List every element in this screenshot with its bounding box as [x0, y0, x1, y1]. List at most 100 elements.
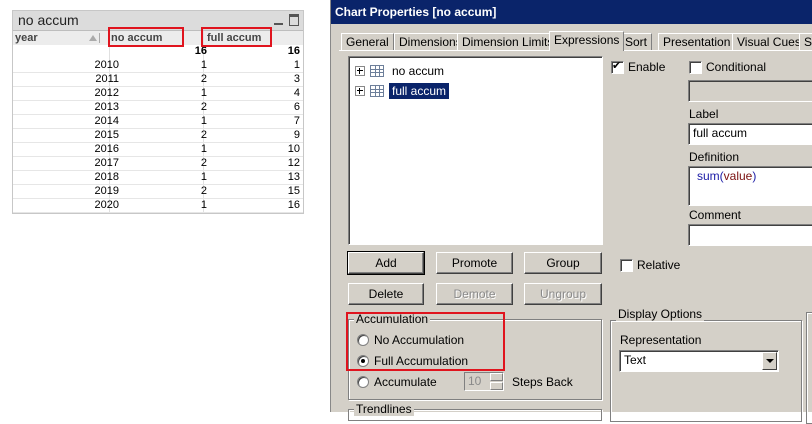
- cell-full-accum: 16: [287, 199, 300, 211]
- accumulate-label: Accumulate: [374, 375, 437, 389]
- expression-item[interactable]: no accum: [355, 63, 447, 79]
- comment-input[interactable]: [688, 224, 812, 246]
- cell-full-accum: 15: [287, 185, 300, 197]
- chevron-down-icon[interactable]: [762, 352, 777, 370]
- expression-label: full accum: [389, 83, 450, 99]
- display-options-title: Display Options: [616, 307, 705, 321]
- side-group: [806, 312, 812, 424]
- label-caption: Label: [689, 107, 719, 121]
- table-row[interactable]: 2011 2 3: [13, 73, 303, 87]
- cell-no-accum: 1: [200, 59, 207, 71]
- table-row[interactable]: 2020 1 16: [13, 199, 303, 213]
- tab-general[interactable]: General: [341, 33, 394, 51]
- expression-label: no accum: [392, 64, 445, 78]
- table-row[interactable]: 2017 2 12: [13, 157, 303, 171]
- expand-icon[interactable]: [355, 86, 365, 96]
- cell-full-accum: 6: [293, 101, 300, 113]
- table-row[interactable]: 2019 2 15: [13, 185, 303, 199]
- cell-year: 2019: [94, 185, 119, 197]
- cell-year: 2018: [94, 171, 119, 183]
- comment-caption: Comment: [689, 208, 742, 222]
- tab-style[interactable]: Sty: [799, 33, 812, 51]
- spin-up-icon[interactable]: [490, 373, 503, 381]
- dialog-title: Chart Properties [no accum]: [331, 0, 812, 24]
- sort-ascending-icon[interactable]: [89, 35, 97, 41]
- column-separator: [99, 33, 100, 43]
- cell-full-accum: 13: [287, 171, 300, 183]
- total-full-accum: 16: [287, 45, 300, 57]
- definition-paren-close: ): [752, 169, 757, 183]
- label-input-value: full accum: [693, 126, 748, 140]
- demote-button[interactable]: Demote: [436, 283, 513, 305]
- highlight-box: [346, 312, 505, 371]
- cell-year: 2017: [94, 157, 119, 169]
- representation-select[interactable]: Text: [619, 350, 779, 372]
- cell-full-accum: 3: [293, 73, 300, 85]
- steps-back-spinner[interactable]: 10: [464, 372, 504, 391]
- conditional-label: Conditional: [706, 60, 767, 74]
- expand-icon[interactable]: [355, 66, 365, 76]
- cell-no-accum: 1: [200, 171, 207, 183]
- table-body: 2010 1 1 2011 2 3 2012 1 4 2013 2 6 2014 1 7 2015 2 9 2016…: [13, 59, 303, 213]
- tab-strip: General Dimensions Dimension Limits Expr…: [339, 31, 812, 51]
- cell-no-accum: 2: [200, 185, 207, 197]
- cell-full-accum: 4: [293, 87, 300, 99]
- table-row[interactable]: 2012 1 4: [13, 87, 303, 101]
- cell-year: 2016: [94, 143, 119, 155]
- column-header-year[interactable]: year: [15, 31, 38, 45]
- definition-input[interactable]: sum(value): [688, 166, 812, 206]
- table-row[interactable]: 2016 1 10: [13, 143, 303, 157]
- relative-label: Relative: [637, 258, 681, 272]
- cell-full-accum: 1: [293, 59, 300, 71]
- highlight-box: [201, 27, 272, 47]
- minimize-icon[interactable]: [274, 23, 283, 25]
- enable-label: Enable: [628, 60, 666, 74]
- maximize-icon[interactable]: [289, 14, 299, 26]
- representation-label: Representation: [620, 333, 702, 347]
- cell-year: 2012: [94, 87, 119, 99]
- cell-no-accum: 2: [200, 129, 207, 141]
- enable-checkbox[interactable]: [611, 59, 624, 74]
- tab-expressions[interactable]: Expressions: [549, 31, 625, 51]
- expressions-list[interactable]: no accum full accum: [348, 56, 603, 245]
- cell-no-accum: 2: [200, 101, 207, 113]
- cell-no-accum: 2: [200, 157, 207, 169]
- cell-year: 2010: [94, 59, 119, 71]
- tab-dimensions[interactable]: Dimensions: [394, 33, 467, 51]
- relative-checkbox[interactable]: [620, 259, 633, 272]
- table-icon: [370, 65, 384, 77]
- ungroup-button[interactable]: Ungroup: [524, 283, 602, 305]
- accumulate-radio[interactable]: [357, 376, 369, 388]
- cell-year: 2014: [94, 115, 119, 127]
- conditional-checkbox[interactable]: [689, 61, 702, 74]
- group-button[interactable]: Group: [524, 252, 602, 274]
- table-row[interactable]: 2010 1 1: [13, 59, 303, 73]
- steps-back-value: 10: [468, 374, 482, 388]
- table-row[interactable]: 2014 1 7: [13, 115, 303, 129]
- cell-no-accum: 1: [200, 115, 207, 127]
- cell-no-accum: 2: [200, 73, 207, 85]
- cell-year: 2011: [95, 73, 119, 85]
- table-row[interactable]: 2015 2 9: [13, 129, 303, 143]
- table-row[interactable]: 2013 2 6: [13, 101, 303, 115]
- cell-no-accum: 1: [200, 143, 207, 155]
- tab-dimension-limits[interactable]: Dimension Limits: [457, 33, 559, 51]
- tab-visual-cues[interactable]: Visual Cues: [732, 33, 806, 51]
- conditional-field[interactable]: [688, 80, 812, 102]
- expression-item-selected[interactable]: full accum: [355, 83, 450, 99]
- tab-sort[interactable]: Sort: [620, 33, 653, 51]
- cell-no-accum: 1: [200, 87, 207, 99]
- cell-year: 2013: [94, 101, 119, 113]
- table-icon: [370, 85, 384, 97]
- tab-presentation[interactable]: Presentation: [658, 33, 736, 51]
- delete-button[interactable]: Delete: [348, 283, 424, 305]
- promote-button[interactable]: Promote: [436, 252, 513, 274]
- definition-function: sum: [697, 169, 720, 183]
- cell-full-accum: 7: [293, 115, 300, 127]
- table-title: no accum: [18, 12, 79, 28]
- cell-full-accum: 12: [287, 157, 300, 169]
- table-row[interactable]: 2018 1 13: [13, 171, 303, 185]
- spin-down-icon[interactable]: [490, 382, 503, 390]
- label-input[interactable]: full accum: [688, 123, 812, 145]
- add-button[interactable]: Add: [347, 251, 425, 275]
